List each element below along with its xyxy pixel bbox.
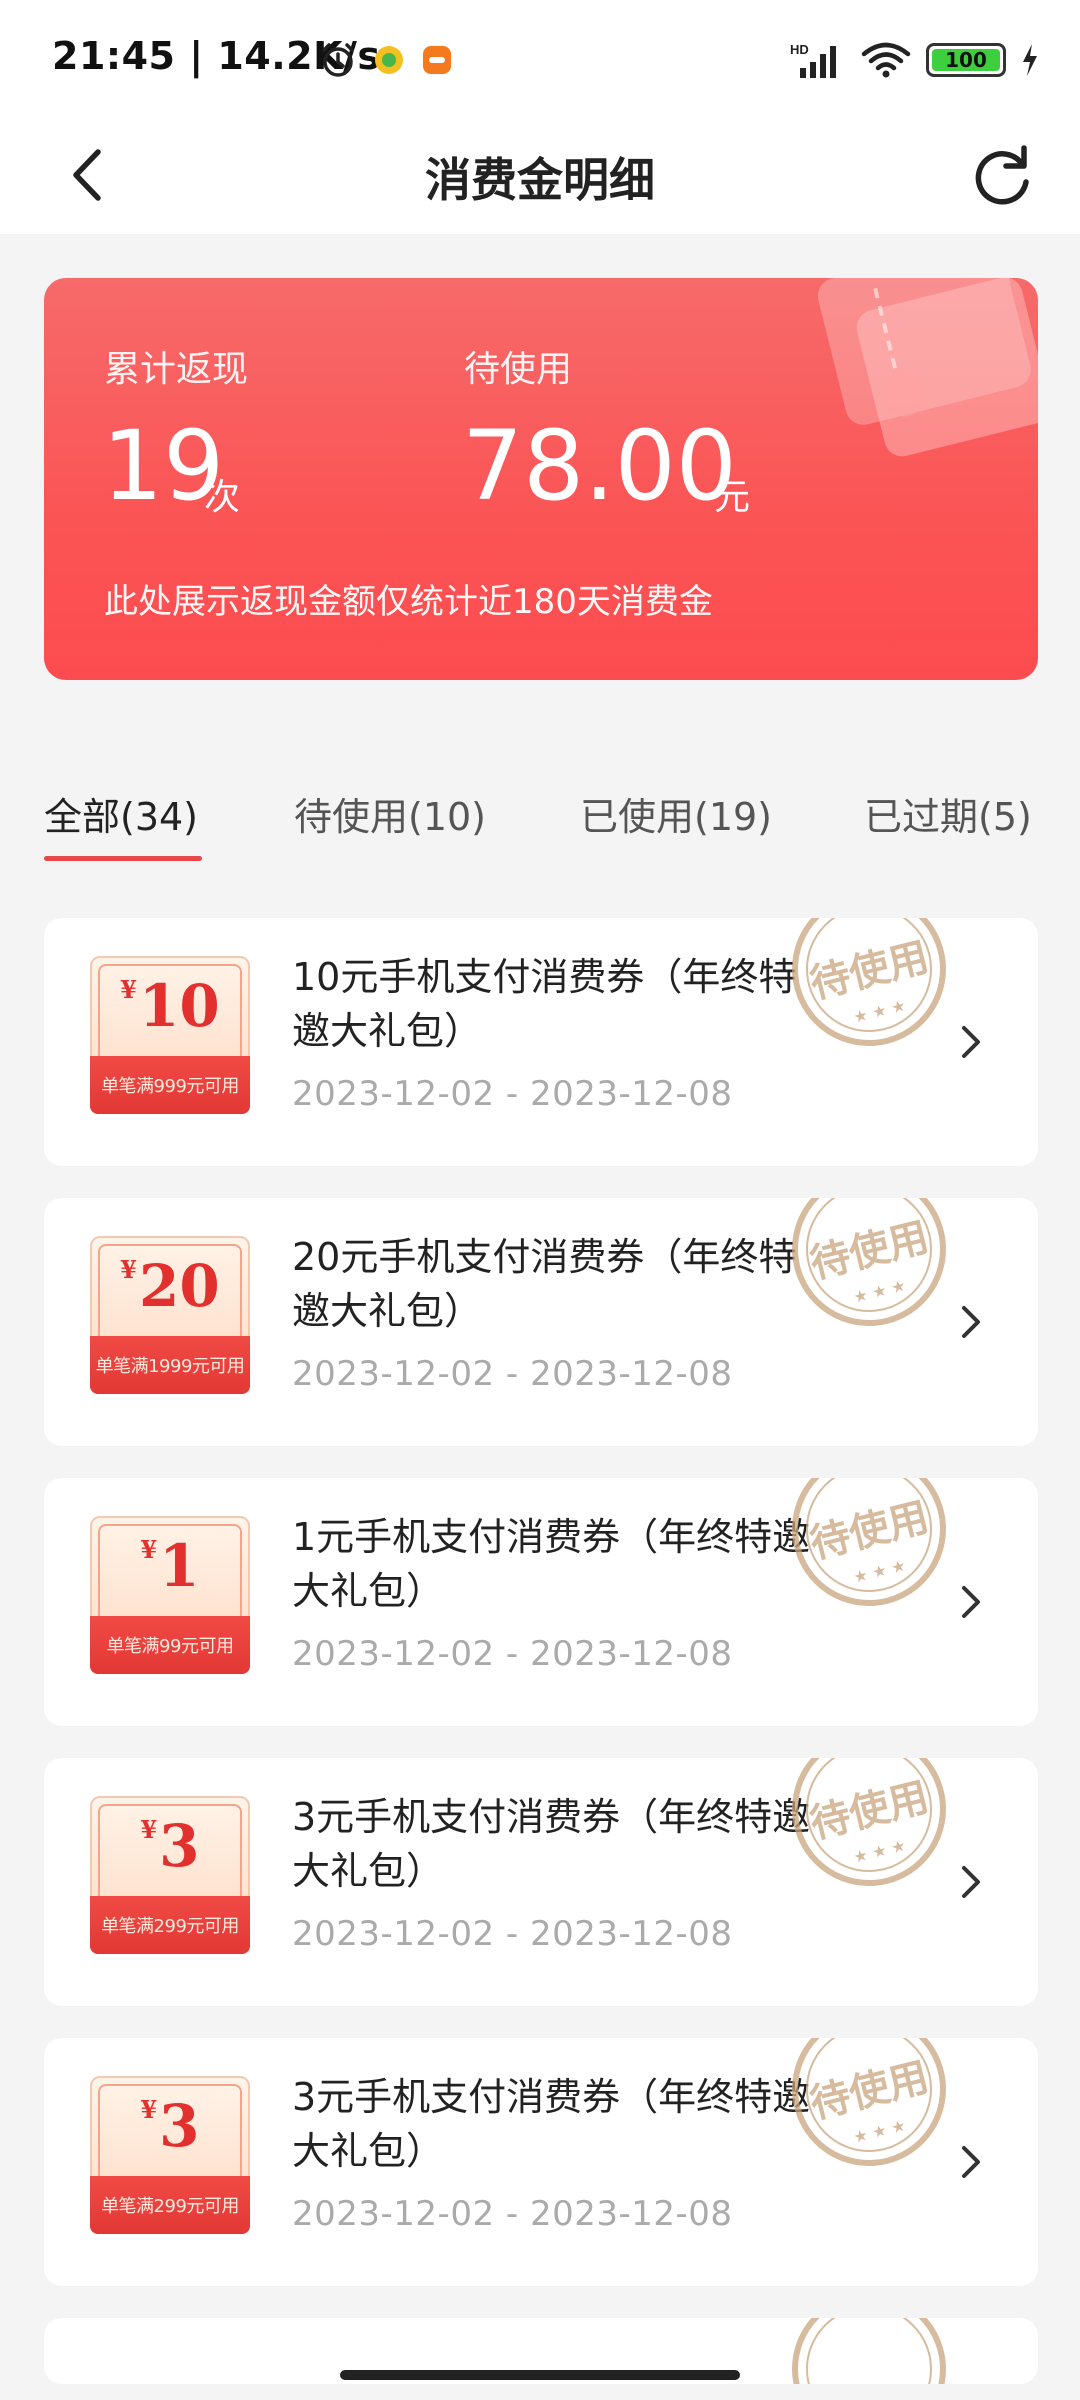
coupon-card[interactable]: ¥1 单笔满99元可用 1元手机支付消费券（年终特邀大礼包） 2023-12-0… [44,1478,1038,1726]
pending-unit: 元 [714,477,751,518]
page-title: 消费金明细 [425,153,655,207]
pending-stamp-icon: 待使用 ★ ★ ★ [792,1758,946,1886]
coupon-amount: ¥1 [92,1530,248,1602]
coupon-value: 1 [159,1532,200,1600]
coupon-badge: ¥1 单笔满99元可用 [90,1516,250,1674]
pending-amount: 78.00 [462,410,737,522]
app-notification-icon [375,46,403,74]
currency-symbol: ¥ [140,1815,158,1844]
coupon-title: 3元手机支付消费券（年终特邀大礼包） [292,1795,811,1893]
coupon-date-range: 2023-12-02 - 2023-12-08 [292,1634,733,1674]
stamp-text: 待使用 [806,1494,934,1568]
coupon-title: 20元手机支付消费券（年终特邀大礼包） [292,1235,797,1333]
coupon-condition: 单笔满299元可用 [90,1896,250,1954]
coupon-amount: ¥10 [92,970,248,1042]
coupon-condition: 单笔满299元可用 [90,2176,250,2234]
pending-stamp-icon: 待使用 ★ ★ ★ [792,918,946,1046]
coupon-value: 10 [138,972,220,1040]
currency-symbol: ¥ [140,1535,158,1564]
stamp-text: 待使用 [806,1214,934,1288]
stamp-text: 待使用 [806,1774,934,1848]
coupon-badge: ¥3 单笔满299元可用 [90,1796,250,1954]
coupon-condition: 单笔满1999元可用 [90,1336,250,1394]
summary-card: 累计返现 19 次 待使用 78.00 元 此处展示返现金额仅统计近180天消费… [44,278,1038,680]
wifi-icon [861,42,911,78]
coupon-value: 3 [159,2092,200,2160]
chevron-right-icon [962,1026,980,1058]
coupon-amount: ¥3 [92,1810,248,1882]
pending-stamp-icon: 待使用 ★ ★ ★ [792,1478,946,1606]
cashback-label: 累计返现 [104,349,249,390]
pending-stamp-icon: 待使用 ★ ★ ★ [792,1198,946,1326]
stamp-text: 待使用 [806,934,934,1008]
refresh-icon[interactable] [964,138,1040,214]
coupon-badge: ¥20 单笔满1999元可用 [90,1236,250,1394]
coupon-card[interactable]: ¥3 单笔满299元可用 3元手机支付消费券（年终特邀大礼包） 2023-12-… [44,2038,1038,2286]
currency-symbol: ¥ [120,1255,137,1284]
stamp-text: 待使用 [806,2054,934,2128]
coupon-value: 20 [138,1252,220,1320]
chevron-right-icon [962,1306,980,1338]
battery-icon: 100 [926,43,1006,77]
ticket-decoration-icon [817,278,1038,457]
chevron-right-icon [962,2146,980,2178]
home-indicator[interactable] [340,2370,740,2380]
coupon-title: 10元手机支付消费券（年终特邀大礼包） [292,955,797,1053]
coupon-title: 3元手机支付消费券（年终特邀大礼包） [292,2075,811,2173]
coupon-amount: ¥20 [92,1250,248,1322]
status-bar: 21:45 | 14.2K/s HD 100 [0,0,1080,120]
coupon-badge: ¥10 单笔满999元可用 [90,956,250,1114]
coupon-date-range: 2023-12-02 - 2023-12-08 [292,2194,733,2234]
coupon-card[interactable]: ¥20 单笔满1999元可用 20元手机支付消费券（年终特邀大礼包） 2023-… [44,1198,1038,1446]
tab-pending[interactable]: 待使用(10) [294,786,486,841]
currency-symbol: ¥ [140,2095,158,2124]
tab-used[interactable]: 已使用(19) [580,786,772,841]
app-notification-icon [423,46,451,74]
pending-label: 待使用 [464,349,573,390]
coupon-condition: 单笔满99元可用 [90,1616,250,1674]
active-tab-indicator [44,856,202,861]
coupon-date-range: 2023-12-02 - 2023-12-08 [292,1074,733,1114]
svg-text:HD: HD [790,42,809,57]
pending-stamp-icon [792,2318,946,2384]
coupon-value: 3 [159,1812,200,1880]
navigation-header: 消费金明细 [0,120,1080,234]
tab-all[interactable]: 全部(34) [44,786,198,841]
coupon-date-range: 2023-12-02 - 2023-12-08 [292,1354,733,1394]
alarm-icon [322,43,354,77]
battery-percent: 100 [945,48,987,72]
filter-tabs: 全部(34) 待使用(10) 已使用(19) 已过期(5) [0,770,1080,870]
charging-icon [1023,44,1037,76]
chevron-right-icon [962,1586,980,1618]
coupon-amount: ¥3 [92,2090,248,2162]
signal-icon: HD [790,42,836,78]
summary-note: 此处展示返现金额仅统计近180天消费金 [104,582,713,622]
coupon-badge: ¥3 单笔满299元可用 [90,2076,250,2234]
tab-expired[interactable]: 已过期(5) [864,786,1032,841]
coupon-card[interactable]: ¥10 单笔满999元可用 10元手机支付消费券（年终特邀大礼包） 2023-1… [44,918,1038,1166]
coupon-condition: 单笔满999元可用 [90,1056,250,1114]
currency-symbol: ¥ [120,975,137,1004]
coupon-date-range: 2023-12-02 - 2023-12-08 [292,1914,733,1954]
coupon-title: 1元手机支付消费券（年终特邀大礼包） [292,1515,811,1613]
coupon-card[interactable]: ¥3 单笔满299元可用 3元手机支付消费券（年终特邀大礼包） 2023-12-… [44,1758,1038,2006]
cashback-unit: 次 [204,477,241,518]
pending-stamp-icon: 待使用 ★ ★ ★ [792,2038,946,2166]
chevron-right-icon [962,1866,980,1898]
